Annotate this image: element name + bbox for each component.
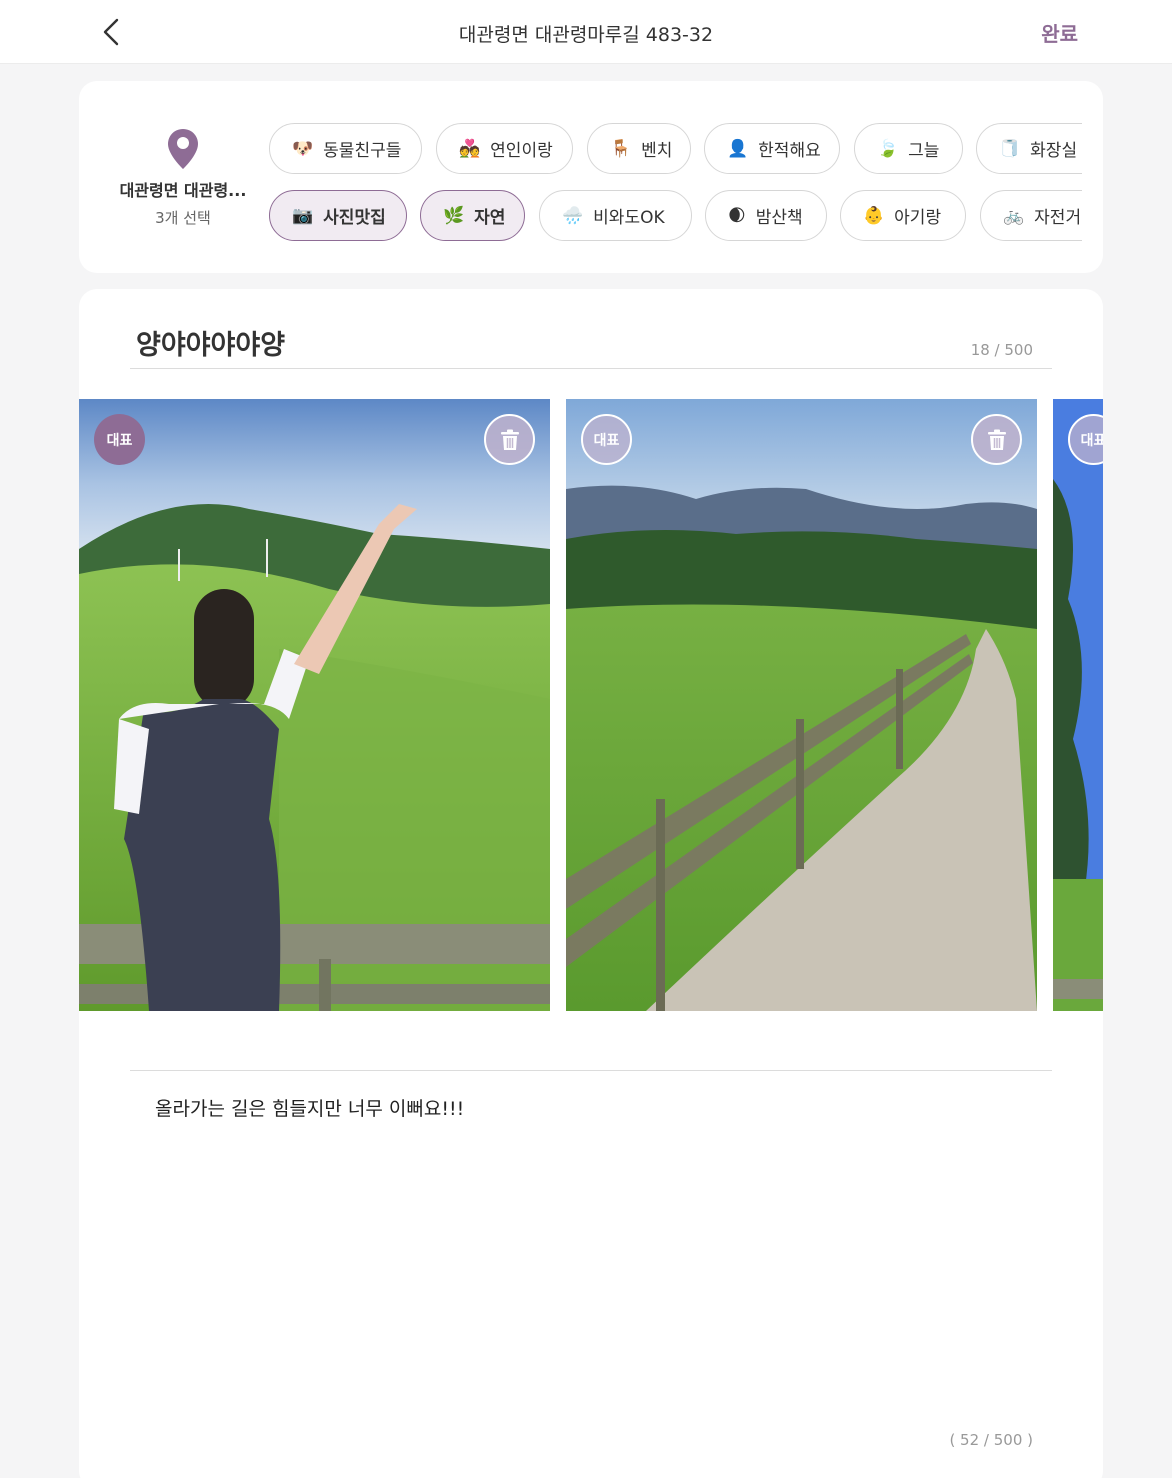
tag-label: 동물친구들: [323, 141, 402, 161]
leaf-icon: 🍃: [877, 138, 899, 159]
location-summary: 대관령면 대관령... 3개 선택: [99, 127, 267, 228]
tag-chip-photo-spot[interactable]: 📷 사진맛집: [269, 190, 407, 241]
bicycle-icon: 🚲: [1003, 205, 1025, 226]
herb-icon: 🌿: [443, 205, 465, 226]
chair-icon: 🪑: [610, 138, 632, 159]
tag-label: 한적해요: [758, 141, 821, 161]
post-editor-card: 양야야야야양 18 / 500 대표 대표 대표 올라가는 길은 힘들지만 너무…: [79, 289, 1103, 1478]
photo-image: [566, 399, 1037, 1011]
tag-label: 밤산책: [755, 208, 803, 228]
tag-chip-animals[interactable]: 🐶 동물친구들: [269, 123, 422, 174]
tag-chip-night-walk[interactable]: 🌒 밤산책: [705, 190, 827, 241]
representative-badge[interactable]: 대표: [581, 414, 632, 465]
photo-item[interactable]: 대표: [1053, 399, 1103, 1011]
person-icon: 👤: [727, 138, 749, 159]
divider: [130, 368, 1052, 369]
tag-label: 벤치: [641, 141, 673, 161]
moon-icon: 🌒: [728, 205, 746, 226]
tag-chip-quiet[interactable]: 👤 한적해요: [704, 123, 840, 174]
location-name: 대관령면 대관령...: [119, 181, 247, 200]
tag-chip-bicycle[interactable]: 🚲 자전거: [980, 190, 1082, 241]
toilet-paper-icon: 🧻: [999, 138, 1021, 159]
tag-chip-couple[interactable]: 💑 연인이랑: [436, 123, 573, 174]
dog-icon: 🐶: [292, 138, 314, 159]
divider: [130, 1070, 1052, 1071]
done-button[interactable]: 완료: [1041, 18, 1078, 47]
photo-item[interactable]: 대표: [79, 399, 550, 1011]
tag-chip-nature[interactable]: 🌿 자연: [420, 190, 525, 241]
tag-label: 자전거: [1034, 208, 1082, 228]
body-char-count: ( 52 / 500 ): [949, 1431, 1033, 1449]
couple-icon: 💑: [459, 138, 481, 159]
map-pin-icon: [168, 129, 198, 169]
page-title: 대관령면 대관령마루길 483-32: [458, 24, 714, 46]
photo-image: [1053, 399, 1103, 1011]
tag-label: 자연: [474, 208, 506, 228]
photo-item[interactable]: 대표: [566, 399, 1037, 1011]
delete-photo-button[interactable]: [971, 414, 1022, 465]
tag-chip-bench[interactable]: 🪑 벤치: [587, 123, 691, 174]
tag-label: 그늘: [908, 141, 940, 161]
post-body-input[interactable]: 올라가는 길은 힘들지만 너무 이뻐요!!!: [155, 1094, 464, 1121]
tag-list: 🐶 동물친구들 💑 연인이랑 🪑 벤치 👤 한적해요 🍃 그늘 🧻 화장실 📷 …: [269, 123, 1082, 243]
title-char-count: 18 / 500: [970, 341, 1033, 359]
selected-count: 3개 선택: [155, 209, 211, 227]
trash-icon: [500, 429, 519, 450]
post-title-input[interactable]: 양야야야야양: [136, 323, 285, 362]
tag-label: 사진맛집: [323, 208, 386, 228]
baby-icon: 👶: [863, 205, 885, 226]
tag-label: 아기랑: [894, 208, 942, 228]
top-bar: 대관령면 대관령마루길 483-32 완료: [0, 0, 1172, 64]
tag-chip-baby[interactable]: 👶 아기랑: [840, 190, 966, 241]
tag-chip-rain-ok[interactable]: 🌧️ 비와도OK: [539, 190, 692, 241]
delete-photo-button[interactable]: [484, 414, 535, 465]
tag-selection-card: 대관령면 대관령... 3개 선택 🐶 동물친구들 💑 연인이랑 🪑 벤치 👤 …: [79, 81, 1103, 273]
camera-icon: 📷: [292, 205, 314, 226]
tag-chip-restroom[interactable]: 🧻 화장실: [976, 123, 1082, 174]
tag-label: 비와도OK: [593, 208, 665, 228]
photo-image: [79, 399, 550, 1011]
representative-badge[interactable]: 대표: [94, 414, 145, 465]
tag-label: 연인이랑: [490, 141, 553, 161]
tag-label: 화장실: [1030, 141, 1078, 161]
trash-icon: [987, 429, 1006, 450]
photo-carousel[interactable]: 대표 대표 대표: [79, 399, 1103, 1011]
rain-cloud-icon: 🌧️: [562, 205, 584, 226]
tag-chip-shade[interactable]: 🍃 그늘: [854, 123, 963, 174]
